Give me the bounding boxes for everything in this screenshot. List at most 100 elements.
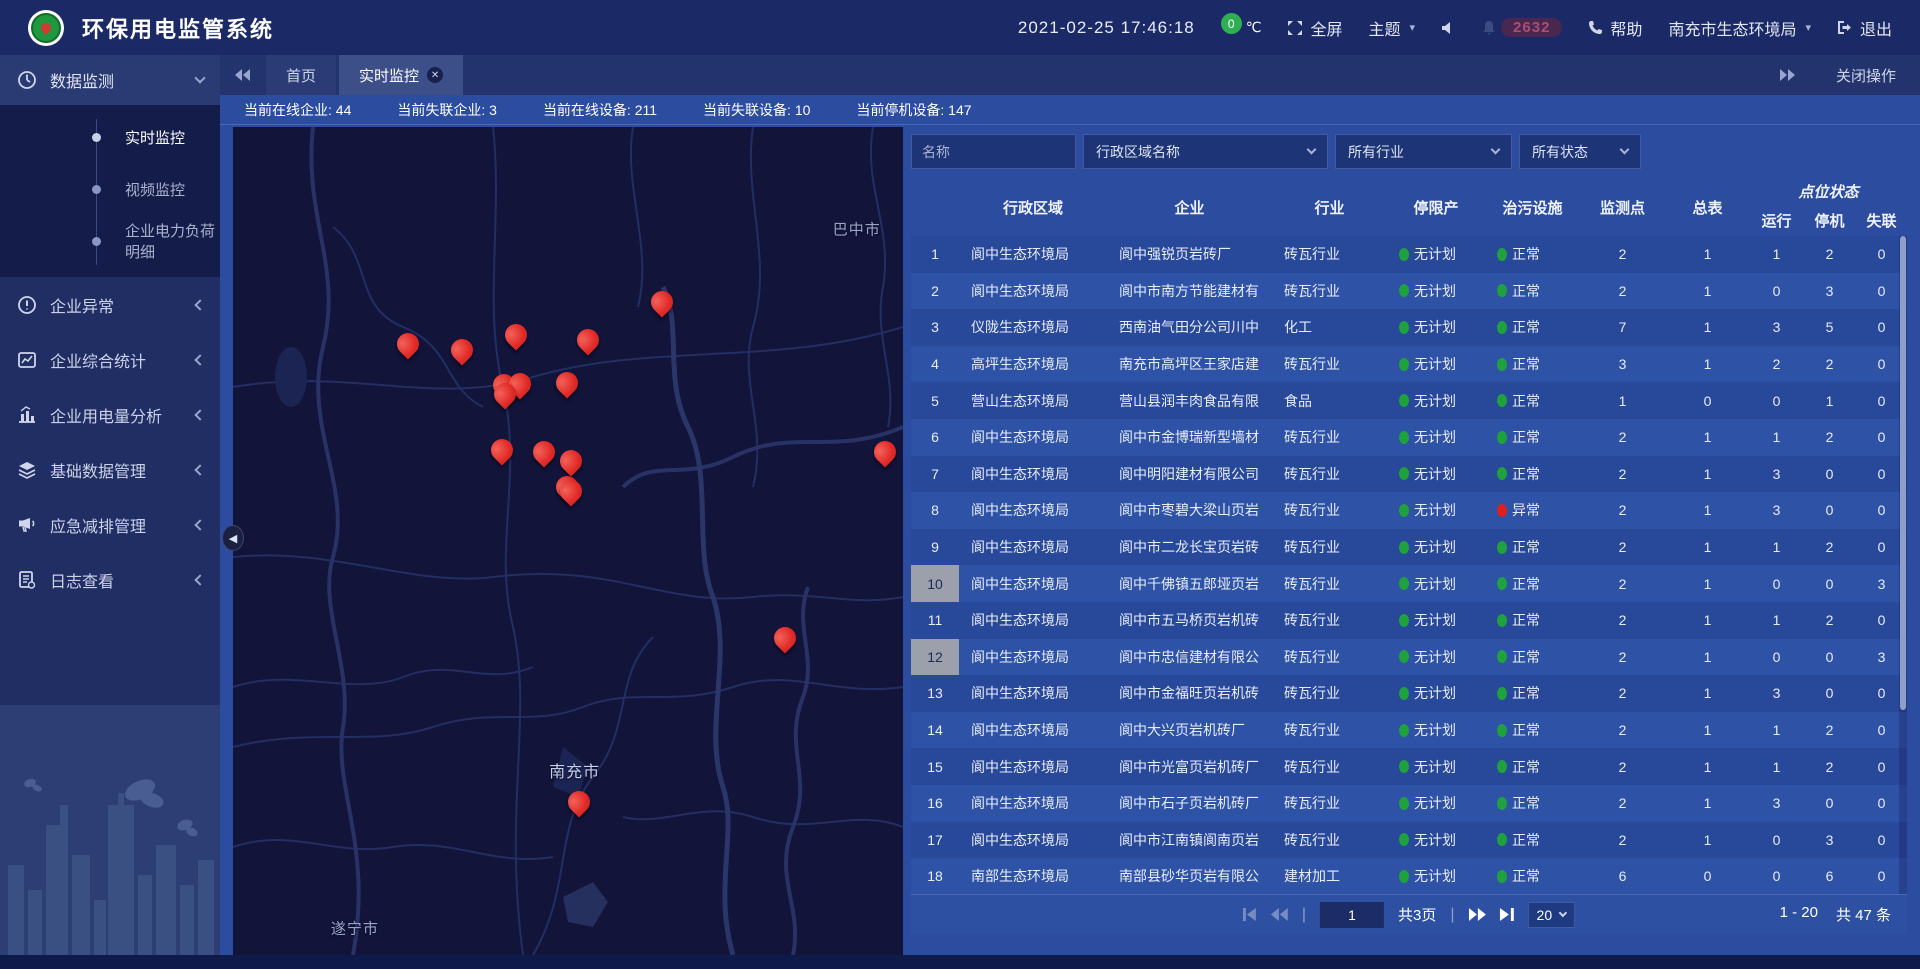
table-row[interactable]: 16阆中生态环境局阆中市石子页岩机砖厂砖瓦行业无计划正常21300 (911, 785, 1907, 822)
industry-select[interactable]: 所有行业 (1335, 134, 1512, 169)
limit-status-label: 无计划 (1414, 683, 1456, 703)
stat-当前失联设备: 当前失联设备: 10 (703, 100, 810, 120)
col-治污设施: 治污设施 (1485, 178, 1580, 236)
facility-status-cell: 正常 (1485, 427, 1580, 447)
limit-status-label: 无计划 (1414, 757, 1456, 777)
logout-button[interactable]: 退出 (1837, 16, 1892, 40)
sidebar-decoration (0, 705, 220, 955)
region-cell: 阆中生态环境局 (959, 574, 1107, 594)
city-label-巴中市: 巴中市 (833, 218, 881, 239)
table-row[interactable]: 9阆中生态环境局阆中市二龙长宝页岩砖砖瓦行业无计划正常21120 (911, 529, 1907, 566)
tabs-scroll-right-button[interactable] (1764, 69, 1810, 81)
table-row[interactable]: 18南部生态环境局南部县砂华页岩有限公建材加工无计划正常60060 (911, 858, 1907, 894)
table-row[interactable]: 13阆中生态环境局阆中市金福旺页岩机砖砖瓦行业无计划正常21300 (911, 675, 1907, 712)
page-number-input[interactable] (1320, 902, 1384, 928)
meter-count-cell: 1 (1665, 795, 1750, 811)
limit-status-label: 无计划 (1414, 281, 1456, 301)
stop-count-cell: 3 (1803, 832, 1856, 848)
sidebar-item-企业异常[interactable]: 企业异常 (0, 277, 220, 332)
sound-button[interactable] (1441, 21, 1455, 35)
run-count-cell: 1 (1750, 759, 1803, 775)
table-row[interactable]: 5营山生态环境局营山县润丰肉食品有限食品无计划正常10010 (911, 382, 1907, 419)
status-dot-icon (1497, 650, 1507, 663)
table-scrollbar[interactable] (1899, 236, 1907, 894)
chevron-down-icon (1559, 909, 1567, 917)
region-cell: 阆中生态环境局 (959, 757, 1107, 777)
table-row[interactable]: 3仪陇生态环境局西南油气田分公司川中化工无计划正常71350 (911, 309, 1907, 346)
meter-count-cell: 1 (1665, 722, 1750, 738)
limit-status-label: 无计划 (1414, 830, 1456, 850)
sidebar-collapse-toggle[interactable]: ◀ (222, 525, 244, 551)
monitor-count-cell: 2 (1580, 649, 1665, 665)
table-row[interactable]: 2阆中生态环境局阆中市南方节能建材有砖瓦行业无计划正常21030 (911, 273, 1907, 310)
theme-dropdown[interactable]: 主题▾ (1369, 16, 1416, 40)
company-cell: 阆中市忠信建材有限公 (1107, 647, 1272, 667)
name-search-input[interactable] (911, 134, 1076, 169)
status-select[interactable]: 所有状态 (1519, 134, 1641, 169)
industry-cell: 砖瓦行业 (1272, 244, 1387, 264)
table-row[interactable]: 10阆中生态环境局阆中千佛镇五郎垭页岩砖瓦行业无计划正常21003 (911, 565, 1907, 602)
table-row[interactable]: 1阆中生态环境局阆中强锐页岩砖厂砖瓦行业无计划正常21120 (911, 236, 1907, 273)
table-row[interactable]: 4高坪生态环境局南充市高坪区王家店建砖瓦行业无计划正常31220 (911, 346, 1907, 383)
run-count-cell: 3 (1750, 795, 1803, 811)
industry-cell: 食品 (1272, 391, 1387, 411)
facility-status-cell: 正常 (1485, 793, 1580, 813)
last-page-button[interactable] (1500, 908, 1514, 921)
scrollbar-thumb[interactable] (1900, 236, 1906, 710)
sidebar-item-应急减排管理[interactable]: 应急减排管理 (0, 497, 220, 552)
help-button[interactable]: 帮助 (1588, 16, 1642, 40)
sidebar-subitem-企业电力负荷明细[interactable]: 企业电力负荷明细 (0, 215, 220, 267)
limit-status-cell: 无计划 (1387, 683, 1485, 703)
fullscreen-button[interactable]: 全屏 (1287, 16, 1342, 40)
submenu-dot-icon (92, 237, 101, 246)
sidebar-subitem-实时监控[interactable]: 实时监控 (0, 111, 220, 163)
tab-close-icon[interactable]: ✕ (427, 67, 443, 83)
pagination-divider: | (1450, 906, 1454, 924)
table-row[interactable]: 6阆中生态环境局阆中市金博瑞新型墙材砖瓦行业无计划正常21120 (911, 419, 1907, 456)
run-count-cell: 0 (1750, 832, 1803, 848)
table-row[interactable]: 8阆中生态环境局阆中市枣碧大梁山页岩砖瓦行业无计划异常21300 (911, 492, 1907, 529)
industry-cell: 建材加工 (1272, 866, 1387, 886)
sidebar-section-data-monitoring[interactable]: 数据监测 (0, 55, 220, 105)
table-row[interactable]: 12阆中生态环境局阆中市忠信建材有限公砖瓦行业无计划正常21003 (911, 639, 1907, 676)
table-row[interactable]: 15阆中生态环境局阆中市光富页岩机砖厂砖瓦行业无计划正常21120 (911, 748, 1907, 785)
speaker-icon (1441, 21, 1455, 35)
sidebar-subitem-视频监控[interactable]: 视频监控 (0, 163, 220, 215)
pagination-bar: | 共3页 | 20 (911, 894, 1907, 934)
total-pages-label: 共3页 (1398, 904, 1436, 925)
log-icon (16, 569, 38, 591)
facility-status-label: 正常 (1512, 427, 1540, 447)
run-count-cell: 0 (1750, 393, 1803, 409)
phone-icon (1588, 20, 1603, 35)
stop-count-cell: 5 (1803, 319, 1856, 335)
sidebar-items: 企业异常企业综合统计企业用电量分析基础数据管理应急减排管理日志查看 (0, 277, 220, 607)
industry-cell: 砖瓦行业 (1272, 757, 1387, 777)
close-operations-button[interactable]: 关闭操作 (1836, 65, 1896, 86)
page-size-select[interactable]: 20 (1528, 902, 1576, 928)
table-row[interactable]: 11阆中生态环境局阆中市五马桥页岩机砖砖瓦行业无计划正常21120 (911, 602, 1907, 639)
sidebar-item-基础数据管理[interactable]: 基础数据管理 (0, 442, 220, 497)
status-dot-icon (1399, 870, 1409, 883)
facility-status-label: 正常 (1512, 866, 1540, 886)
prev-page-button[interactable] (1271, 908, 1288, 921)
table-row[interactable]: 7阆中生态环境局阆中明阳建材有限公司砖瓦行业无计划正常21300 (911, 456, 1907, 493)
notification-widget[interactable]: 2632 (1481, 18, 1562, 37)
sidebar-item-日志查看[interactable]: 日志查看 (0, 552, 220, 607)
sidebar-item-企业用电量分析[interactable]: 企业用电量分析 (0, 387, 220, 442)
run-count-cell: 1 (1750, 612, 1803, 628)
industry-cell: 砖瓦行业 (1272, 574, 1387, 594)
tab-首页[interactable]: 首页 (266, 55, 336, 95)
tabs-scroll-left-button[interactable] (220, 55, 266, 95)
monitor-count-cell: 2 (1580, 283, 1665, 299)
tab-实时监控[interactable]: 实时监控✕ (339, 55, 463, 95)
org-dropdown[interactable]: 南充市生态环境局▾ (1668, 16, 1811, 40)
status-dot-icon (1497, 687, 1507, 700)
next-page-button[interactable] (1469, 908, 1486, 921)
first-page-button[interactable] (1243, 908, 1257, 921)
region-select[interactable]: 行政区域名称 (1083, 134, 1328, 169)
sidebar-item-企业综合统计[interactable]: 企业综合统计 (0, 332, 220, 387)
table-row[interactable]: 14阆中生态环境局阆中大兴页岩机砖厂砖瓦行业无计划正常21120 (911, 712, 1907, 749)
limit-status-cell: 无计划 (1387, 647, 1485, 667)
map-canvas[interactable] (233, 127, 903, 955)
table-row[interactable]: 17阆中生态环境局阆中市江南镇阆南页岩砖瓦行业无计划正常21030 (911, 822, 1907, 859)
